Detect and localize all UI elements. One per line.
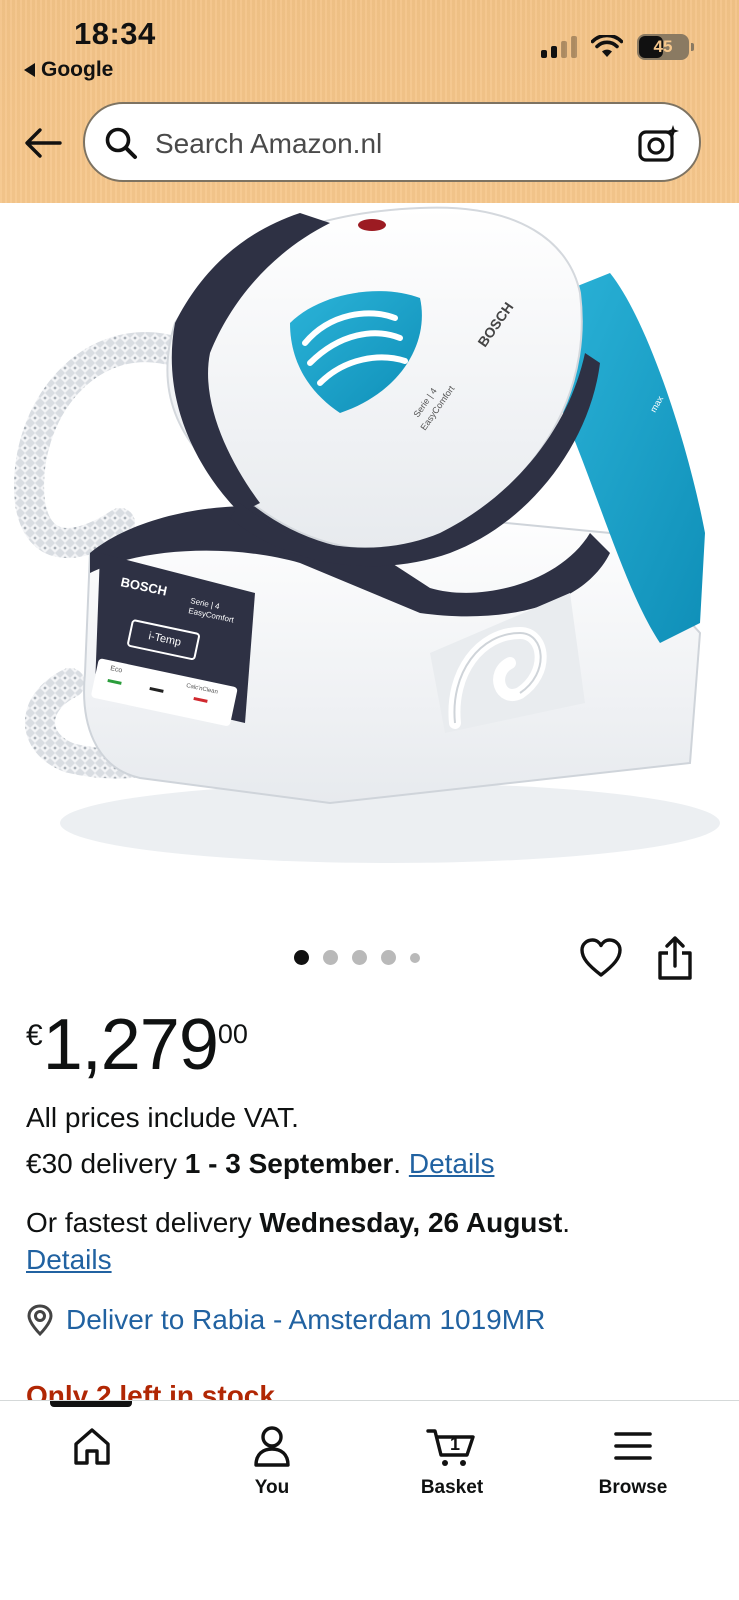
nav-basket-label: Basket — [420, 1477, 484, 1498]
camera-search-icon[interactable] — [637, 122, 681, 166]
price-whole: 1,279 — [42, 1005, 219, 1085]
nav-browse[interactable]: Browse — [558, 1423, 708, 1499]
nav-browse-label: Browse — [598, 1477, 668, 1498]
delivery-info: €30 delivery 1 - 3 September. Details — [26, 1148, 494, 1180]
active-tab-indicator — [50, 1401, 132, 1407]
user-icon — [254, 1426, 290, 1467]
carousel-dot[interactable] — [294, 950, 309, 965]
fastest-prefix: Or fastest delivery — [26, 1207, 260, 1238]
bottom-navigation: You 1 Basket Browse — [0, 1400, 739, 1600]
fastest-details-row: Details — [26, 1244, 112, 1276]
home-icon — [74, 1428, 110, 1465]
back-arrow-icon[interactable] — [22, 122, 64, 164]
nav-basket[interactable]: 1 Basket — [377, 1423, 527, 1499]
nav-you-label: You — [254, 1477, 290, 1498]
status-icons: 45 — [541, 34, 694, 60]
delivery-details-link[interactable]: Details — [409, 1148, 495, 1179]
basket-icon: 1 — [426, 1429, 475, 1466]
status-time: 18:34 — [74, 16, 156, 51]
image-carousel-dots[interactable] — [294, 950, 420, 965]
back-triangle-icon — [24, 63, 35, 77]
nav-home[interactable] — [17, 1423, 167, 1477]
location-pin-icon — [27, 1304, 53, 1336]
deliver-to-label[interactable]: Deliver to Rabia - Amsterdam 1019MR — [66, 1304, 545, 1336]
share-icon[interactable] — [655, 936, 695, 982]
wifi-icon — [591, 35, 623, 57]
battery-percentage: 45 — [653, 37, 673, 56]
product-price: € 1,279 00 — [26, 1005, 248, 1085]
nav-you[interactable]: You — [197, 1423, 347, 1499]
delivery-suffix: . — [393, 1148, 409, 1179]
carousel-dot[interactable] — [352, 950, 367, 965]
fastest-suffix: . — [562, 1207, 571, 1238]
product-image[interactable]: BOSCH Serie | 4 EasyComfort max BOSCH Se… — [0, 203, 739, 923]
carousel-dot[interactable] — [381, 950, 396, 965]
steam-iron-illustration: BOSCH Serie | 4 EasyComfort max BOSCH Se… — [14, 206, 720, 863]
delivery-date: 1 - 3 September — [184, 1148, 394, 1179]
back-app-label: Google — [41, 58, 114, 81]
basket-count: 1 — [450, 1434, 460, 1454]
back-to-app-link[interactable]: Google — [24, 58, 113, 82]
price-currency: € — [26, 1019, 43, 1052]
fastest-date: Wednesday, 26 August — [259, 1207, 563, 1238]
deliver-to-location[interactable]: Deliver to Rabia - Amsterdam 1019MR — [26, 1304, 545, 1336]
carousel-dot[interactable] — [410, 952, 420, 963]
cellular-signal-icon — [541, 36, 577, 58]
price-fraction: 00 — [217, 1019, 248, 1049]
top-header: 18:34 Google 45 Search Amazon.nl — [0, 0, 739, 203]
search-icon — [105, 127, 137, 159]
vat-note: All prices include VAT. — [26, 1102, 299, 1133]
search-input[interactable]: Search Amazon.nl — [155, 128, 382, 160]
battery-icon: 45 — [637, 34, 694, 60]
delivery-prefix: €30 delivery — [26, 1148, 185, 1179]
carousel-dot[interactable] — [323, 950, 338, 965]
heart-icon[interactable] — [578, 935, 624, 981]
menu-icon — [614, 1432, 652, 1460]
fastest-delivery-info: Or fastest delivery Wednesday, 26 August… — [26, 1207, 570, 1239]
fastest-details-link[interactable]: Details — [26, 1244, 112, 1275]
search-bar[interactable]: Search Amazon.nl — [83, 102, 701, 182]
